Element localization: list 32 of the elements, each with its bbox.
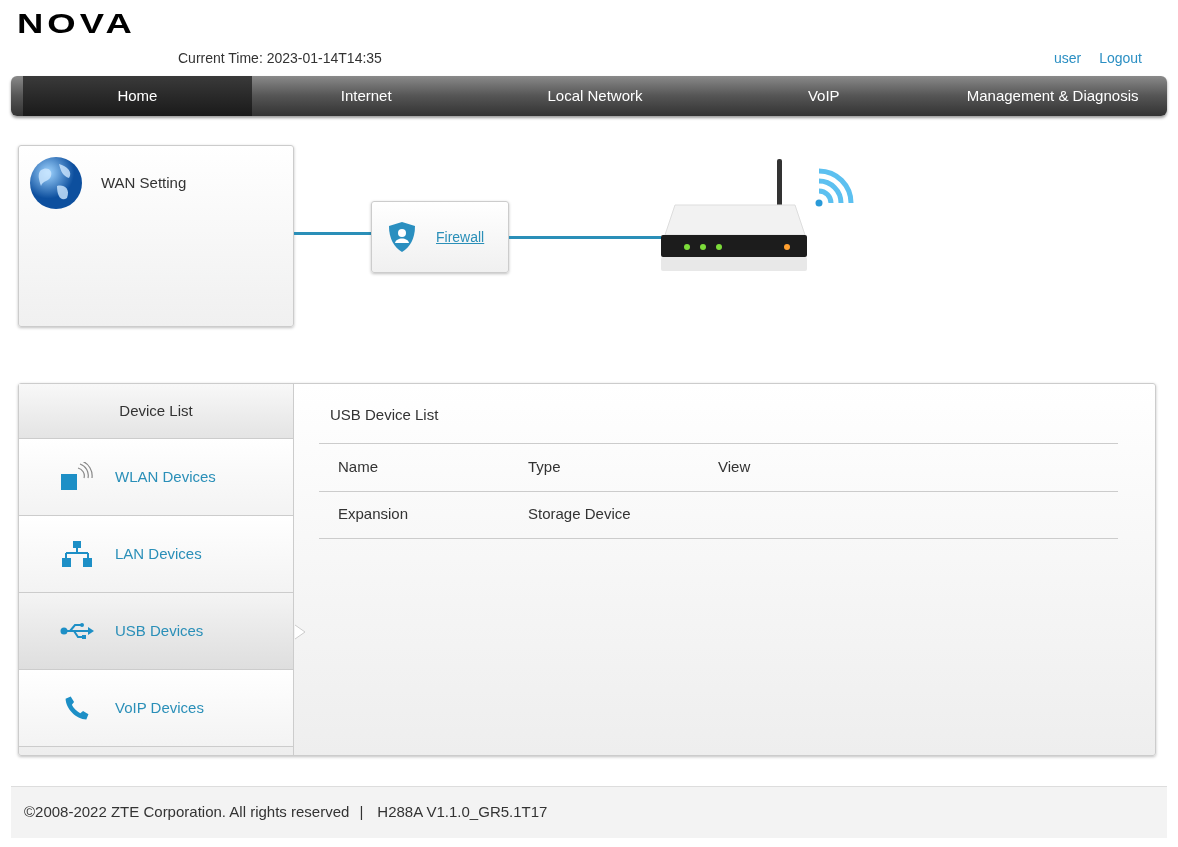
logo: NOVA (17, 10, 136, 38)
column-header: View (718, 456, 752, 477)
logout-link[interactable]: Logout (1099, 47, 1142, 69)
nav-tab[interactable]: Management & Diagnosis (938, 76, 1167, 116)
separator-text: | (359, 802, 364, 823)
wireless-device-icon (60, 462, 94, 492)
device-category-item[interactable]: USB Devices (19, 593, 293, 670)
column-header: Type (528, 456, 562, 477)
nav-tab[interactable]: VoIP (709, 76, 939, 116)
user-link[interactable]: user (1053, 47, 1082, 69)
usb-icon (60, 622, 94, 640)
device-category-item[interactable]: WLAN Devices (19, 439, 293, 516)
device-category-item[interactable]: LAN Devices (19, 516, 293, 593)
firewall-link[interactable]: Firewall (436, 226, 485, 248)
network-icon (62, 540, 92, 568)
nav-tab[interactable]: Home (23, 76, 252, 116)
nav-tab[interactable]: Local Network (480, 76, 710, 116)
shield-icon (388, 221, 416, 253)
current-time: Current Time: 2023-01-14T14:35 (178, 48, 382, 68)
nav-tab[interactable]: Internet (251, 76, 481, 116)
column-header: Name (338, 456, 379, 477)
copyright-text: ©2008-2022 ZTE Corporation. All rights reserved (24, 802, 350, 823)
usb-list-title: USB Device List (329, 405, 440, 425)
table-cell-text: Expansion (338, 504, 410, 525)
device-category-item[interactable]: VoIP Devices (19, 670, 293, 747)
device-list-header: Device List (19, 384, 293, 439)
wan-setting-card[interactable]: WAN Setting (18, 145, 294, 327)
version-text: H288A V1.1.0_GR5.1T17 (377, 802, 548, 823)
table-cell-text: Storage Device (528, 504, 632, 525)
wan-setting-label: WAN Setting (101, 173, 187, 193)
globe-icon (29, 156, 83, 210)
phone-icon (63, 694, 91, 722)
